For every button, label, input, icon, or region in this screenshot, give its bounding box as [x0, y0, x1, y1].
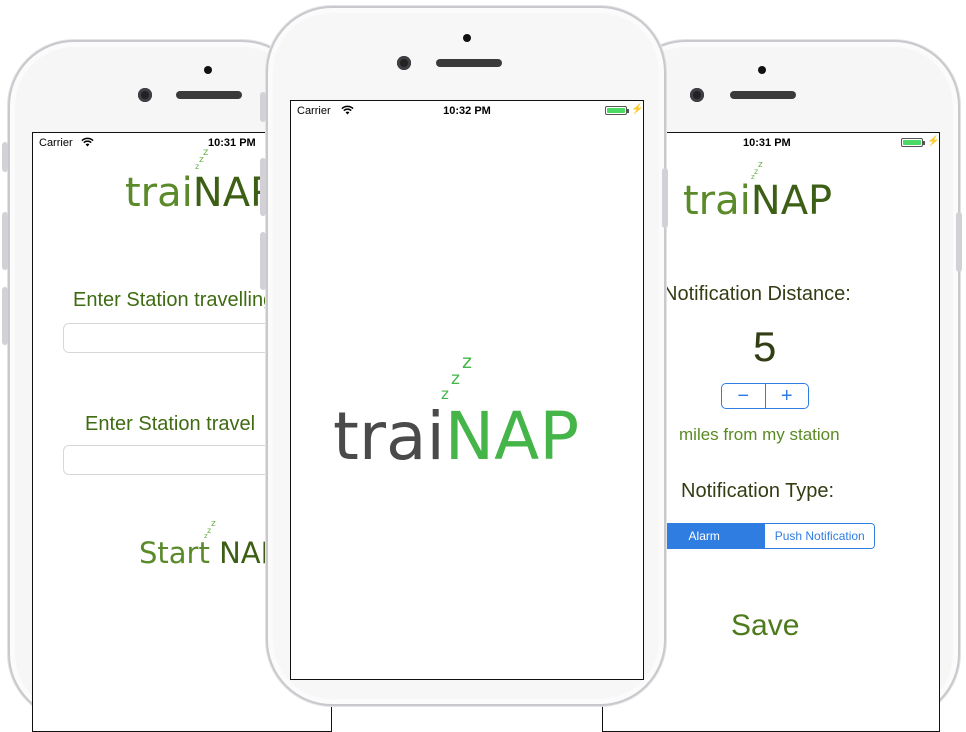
carrier-label: Carrier [39, 137, 73, 149]
battery-icon [901, 138, 925, 147]
right-phone: 10:31 PM ⚡ z z z traiNAP Notification Di… [602, 40, 962, 732]
wifi-icon [341, 105, 354, 118]
status-time: 10:31 PM [743, 137, 791, 149]
status-bar: Carrier 10:32 PM ⚡ [291, 101, 643, 121]
earpiece-speaker [730, 91, 796, 99]
to-station-label: Enter Station travel [85, 413, 256, 435]
start-prefix: Start [139, 536, 220, 570]
notification-type-segmented-control[interactable]: Alarm Push Notification [643, 523, 875, 549]
wifi-icon [81, 137, 94, 150]
logo-wordmark: traiNAP [683, 177, 832, 225]
proximity-sensor [204, 66, 212, 74]
save-button[interactable]: Save [731, 609, 799, 643]
units-label: miles from my station [679, 425, 840, 444]
earpiece-speaker [176, 91, 242, 99]
distance-value: 5 [753, 323, 777, 370]
proximity-sensor [758, 66, 766, 74]
center-phone: Carrier 10:32 PM ⚡ z z z traiNAP [260, 6, 668, 706]
front-camera [690, 88, 704, 102]
z-large: z [758, 160, 763, 170]
notification-distance-label: Notification Distance: [663, 283, 851, 305]
z-large: z [211, 519, 216, 529]
mute-switch [2, 142, 8, 172]
status-time: 10:32 PM [443, 105, 491, 117]
charging-bolt-icon: ⚡ [631, 104, 644, 115]
splash-wordmark: traiNAP [333, 397, 579, 477]
z-medium: z [451, 369, 460, 389]
logo-prefix: trai [333, 398, 445, 475]
carrier-label: Carrier [297, 105, 331, 117]
proximity-sensor [463, 34, 471, 42]
power-button [662, 168, 668, 228]
logo-prefix: trai [683, 178, 751, 224]
front-camera [138, 88, 152, 102]
logo-wordmark: traiNAP [125, 169, 274, 217]
logo-suffix: NAP [750, 178, 833, 224]
increment-button[interactable]: + [766, 384, 809, 408]
notification-type-label: Notification Type: [681, 480, 835, 502]
from-station-label: Enter Station travelling [73, 289, 275, 311]
logo-suffix: NAP [444, 398, 580, 475]
volume-down-button [260, 232, 266, 290]
decrement-button[interactable]: − [722, 384, 765, 408]
mute-switch [260, 92, 266, 122]
status-time: 10:31 PM [208, 137, 256, 149]
z-large: z [203, 147, 209, 158]
charging-bolt-icon: ⚡ [927, 136, 940, 147]
center-screen: Carrier 10:32 PM ⚡ z z z traiNAP [290, 100, 644, 680]
distance-stepper[interactable]: − + [721, 383, 809, 409]
battery-icon [605, 106, 629, 115]
z-large: z [462, 351, 472, 373]
volume-down-button [2, 287, 8, 345]
left-phone: Carrier 10:31 PM z z z traiNAP Enter Sta… [2, 40, 332, 732]
volume-up-button [260, 158, 266, 216]
power-button [956, 212, 962, 272]
front-camera [397, 56, 411, 70]
segment-push-notification[interactable]: Push Notification [764, 524, 874, 548]
start-nap-label: Start NAP [139, 535, 278, 571]
logo-prefix: trai [125, 170, 193, 216]
earpiece-speaker [436, 59, 502, 67]
volume-up-button [2, 212, 8, 270]
